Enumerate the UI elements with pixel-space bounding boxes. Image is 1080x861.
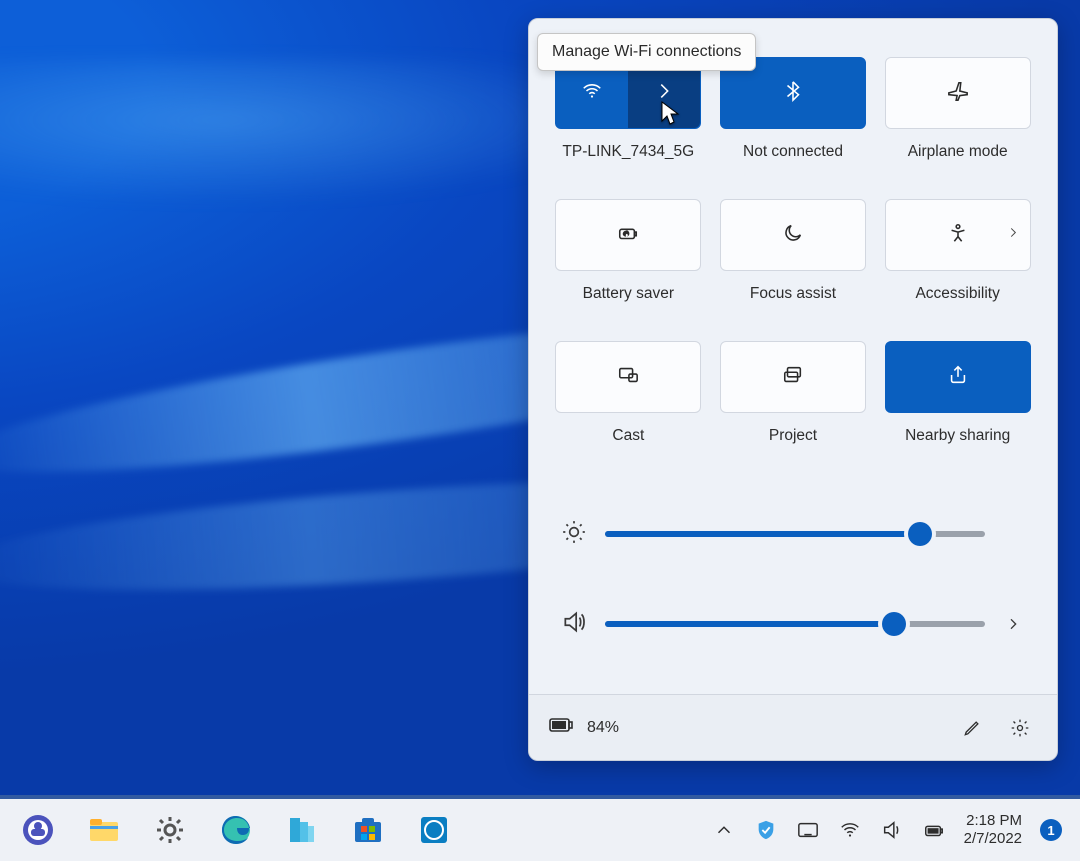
clock-time: 2:18 PM bbox=[964, 812, 1022, 830]
cast-label: Cast bbox=[612, 427, 644, 445]
share-icon bbox=[947, 364, 969, 391]
project-icon bbox=[782, 364, 804, 391]
brightness-thumb[interactable] bbox=[908, 522, 932, 546]
battery-icon bbox=[549, 717, 573, 738]
cast-icon bbox=[617, 364, 639, 391]
notification-center-button[interactable]: 1 bbox=[1040, 819, 1062, 841]
volume-slider[interactable] bbox=[605, 621, 985, 627]
touch-keyboard-button[interactable] bbox=[796, 818, 820, 842]
taskbar-app-file-explorer[interactable] bbox=[84, 810, 124, 850]
bluetooth-label: Not connected bbox=[743, 143, 843, 161]
brightness-fill bbox=[605, 531, 920, 537]
taskbar-app-edge[interactable] bbox=[216, 810, 256, 850]
settings-button[interactable] bbox=[1003, 711, 1037, 745]
volume-thumb[interactable] bbox=[882, 612, 906, 636]
taskbar-app-microsoft-store[interactable] bbox=[348, 810, 388, 850]
clock-date: 2/7/2022 bbox=[964, 830, 1022, 848]
brightness-icon bbox=[561, 519, 589, 550]
tray-overflow-button[interactable] bbox=[712, 818, 736, 842]
sliders-section bbox=[529, 455, 1057, 679]
taskbar-clock[interactable]: 2:18 PM 2/7/2022 bbox=[964, 812, 1022, 848]
volume-output-button[interactable] bbox=[1001, 616, 1025, 632]
wifi-icon bbox=[581, 80, 603, 107]
accessibility-label: Accessibility bbox=[915, 285, 999, 303]
project-tile[interactable] bbox=[720, 341, 866, 413]
focus-assist-label: Focus assist bbox=[750, 285, 836, 303]
windows-security-tray-icon[interactable] bbox=[754, 818, 778, 842]
battery-saver-label: Battery saver bbox=[583, 285, 674, 303]
accessibility-tile[interactable] bbox=[885, 199, 1031, 271]
accessibility-icon bbox=[947, 222, 969, 249]
taskbar-app-dell[interactable] bbox=[414, 810, 454, 850]
battery-percent-text: 84% bbox=[587, 719, 619, 737]
airplane-icon bbox=[947, 80, 969, 107]
volume-slider-row bbox=[561, 579, 1025, 669]
nearby-sharing-label: Nearby sharing bbox=[905, 427, 1010, 445]
brightness-slider-row bbox=[561, 489, 1025, 579]
edit-quick-settings-button[interactable] bbox=[955, 711, 989, 745]
chevron-right-icon bbox=[1006, 226, 1020, 245]
volume-tray-icon[interactable] bbox=[880, 818, 904, 842]
taskbar-app-settings[interactable] bbox=[150, 810, 190, 850]
taskbar-app-teams[interactable] bbox=[18, 810, 58, 850]
volume-icon bbox=[561, 609, 589, 640]
wifi-tooltip: Manage Wi-Fi connections bbox=[537, 33, 756, 71]
nearby-sharing-tile[interactable] bbox=[885, 341, 1031, 413]
chevron-right-icon bbox=[653, 80, 675, 107]
wifi-tooltip-text: Manage Wi-Fi connections bbox=[552, 43, 741, 60]
panel-footer: 84% bbox=[529, 694, 1057, 760]
battery-saver-icon bbox=[617, 222, 639, 249]
focus-assist-tile[interactable] bbox=[720, 199, 866, 271]
airplane-mode-tile[interactable] bbox=[885, 57, 1031, 129]
network-tray-icon[interactable] bbox=[838, 818, 862, 842]
quick-settings-panel: Manage Wi-Fi connections TP-LINK_7434_5G bbox=[528, 18, 1058, 761]
project-label: Project bbox=[769, 427, 817, 445]
bluetooth-icon bbox=[782, 80, 804, 107]
taskbar-app-company-portal[interactable] bbox=[282, 810, 322, 850]
notification-count: 1 bbox=[1047, 823, 1054, 838]
focus-assist-moon-icon bbox=[782, 222, 804, 249]
airplane-label: Airplane mode bbox=[908, 143, 1008, 161]
wifi-label: TP-LINK_7434_5G bbox=[562, 143, 694, 161]
quick-settings-grid: TP-LINK_7434_5G Not connected Airplane m… bbox=[529, 19, 1057, 455]
cast-tile[interactable] bbox=[555, 341, 701, 413]
battery-tray-icon[interactable] bbox=[922, 818, 946, 842]
brightness-slider[interactable] bbox=[605, 531, 985, 537]
battery-saver-tile[interactable] bbox=[555, 199, 701, 271]
volume-fill bbox=[605, 621, 894, 627]
taskbar: 2:18 PM 2/7/2022 1 bbox=[0, 795, 1080, 861]
